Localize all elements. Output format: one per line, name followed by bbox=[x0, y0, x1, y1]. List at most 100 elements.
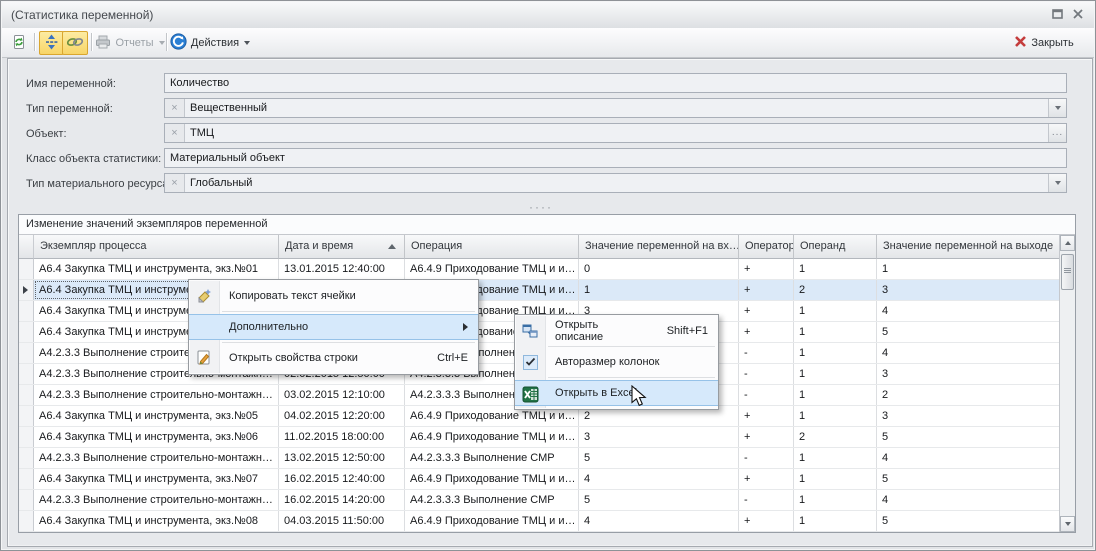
cell[interactable]: - bbox=[739, 385, 794, 405]
cell[interactable]: 3 bbox=[877, 280, 1059, 300]
cell[interactable]: 1 bbox=[794, 490, 877, 510]
cell[interactable]: 3 bbox=[877, 364, 1059, 384]
cell[interactable]: 1 bbox=[877, 259, 1059, 279]
menu-item-copy-cell-text[interactable]: Копировать текст ячейки bbox=[189, 283, 478, 309]
vertical-scrollbar[interactable] bbox=[1059, 235, 1075, 532]
maximize-button[interactable] bbox=[1046, 6, 1068, 24]
menu-item-open-row-properties[interactable]: Открыть свойства строки Ctrl+E bbox=[189, 345, 478, 371]
cell[interactable]: 0 bbox=[579, 259, 739, 279]
cell[interactable]: А6.4 Закупка ТМЦ и инструмента, экз.№01 bbox=[34, 259, 279, 279]
scroll-up-button[interactable] bbox=[1060, 235, 1075, 251]
cell[interactable]: 1 bbox=[794, 406, 877, 426]
object-lookup-button[interactable]: ... bbox=[1048, 124, 1066, 142]
autofit-rows-toggle[interactable] bbox=[39, 31, 64, 55]
cell[interactable]: 16.02.2015 14:20:00 bbox=[279, 490, 405, 510]
cell[interactable]: 1 bbox=[794, 343, 877, 363]
column-header-operator[interactable]: Оператор bbox=[739, 235, 794, 259]
cell[interactable]: + bbox=[739, 301, 794, 321]
cell[interactable]: 03.02.2015 12:10:00 bbox=[279, 385, 405, 405]
cell[interactable]: - bbox=[739, 364, 794, 384]
cell[interactable]: А4.2.3.3.3 Выполнение СМР bbox=[405, 490, 579, 510]
submenu-item-open-description[interactable]: Открыть описание Shift+F1 bbox=[515, 318, 718, 344]
cell[interactable]: 2 bbox=[877, 385, 1059, 405]
clear-value-button[interactable]: × bbox=[165, 124, 185, 142]
cell[interactable]: 13.01.2015 12:40:00 bbox=[279, 259, 405, 279]
cell[interactable]: А6.4 Закупка ТМЦ и инструмента, экз.№05 bbox=[34, 406, 279, 426]
cell[interactable]: 2 bbox=[794, 427, 877, 447]
cell[interactable]: 5 bbox=[579, 448, 739, 468]
cell[interactable]: + bbox=[739, 259, 794, 279]
link-toggle[interactable] bbox=[62, 31, 88, 55]
scroll-down-button[interactable] bbox=[1060, 516, 1075, 532]
cell[interactable]: 1 bbox=[794, 259, 877, 279]
cell[interactable]: А4.2.3.3 Выполнение строительно-монтажн… bbox=[34, 448, 279, 468]
close-button[interactable]: Закрыть bbox=[1002, 31, 1086, 55]
variable-type-dropdown-button[interactable] bbox=[1048, 99, 1066, 117]
cell[interactable]: + bbox=[739, 322, 794, 342]
cell[interactable]: А4.2.3.3 Выполнение строительно-монтажн… bbox=[34, 490, 279, 510]
column-header-value-in[interactable]: Значение переменной на вх… bbox=[579, 235, 739, 259]
cell[interactable]: - bbox=[739, 490, 794, 510]
column-header-datetime[interactable]: Дата и время bbox=[279, 235, 405, 259]
cell[interactable]: 4 bbox=[877, 490, 1059, 510]
refresh-button[interactable] bbox=[7, 31, 31, 55]
cell[interactable]: А6.4 Закупка ТМЦ и инструмента, экз.№07 bbox=[34, 469, 279, 489]
cell[interactable]: А6.4.9 Приходование ТМЦ и и… bbox=[405, 259, 579, 279]
cell[interactable]: А6.4 Закупка ТМЦ и инструмента, экз.№08 bbox=[34, 511, 279, 531]
clear-value-button[interactable]: × bbox=[165, 174, 185, 192]
splitter-handle[interactable]: ···· bbox=[1, 200, 1081, 214]
cell[interactable]: 1 bbox=[794, 301, 877, 321]
cell[interactable]: 1 bbox=[794, 364, 877, 384]
cell[interactable]: А6.4.9 Приходование ТМЦ и и… bbox=[405, 469, 579, 489]
cell[interactable]: 3 bbox=[877, 406, 1059, 426]
table-row[interactable]: А6.4 Закупка ТМЦ и инструмеА6.4.9 Приход… bbox=[19, 280, 1059, 301]
table-row[interactable]: А6.4 Закупка ТМЦ и инструмента, экз.№071… bbox=[19, 469, 1059, 490]
table-row[interactable]: А6.4 Закупка ТМЦ и инструмента, экз.№011… bbox=[19, 259, 1059, 280]
cell[interactable]: А4.2.3.3.3 Выполнение СМР bbox=[405, 448, 579, 468]
cell[interactable]: 5 bbox=[877, 322, 1059, 342]
cell[interactable]: + bbox=[739, 406, 794, 426]
close-window-button[interactable] bbox=[1067, 6, 1089, 24]
cell[interactable]: 5 bbox=[579, 490, 739, 510]
cell[interactable]: 4 bbox=[579, 469, 739, 489]
cell[interactable]: - bbox=[739, 343, 794, 363]
variable-type-field[interactable]: × Вещественный bbox=[164, 98, 1067, 118]
cell[interactable]: - bbox=[739, 448, 794, 468]
cell[interactable]: А6.4 Закупка ТМЦ и инструмента, экз.№06 bbox=[34, 427, 279, 447]
clear-value-button[interactable]: × bbox=[165, 99, 185, 117]
cell[interactable]: 5 bbox=[877, 469, 1059, 489]
cell[interactable]: 5 bbox=[877, 511, 1059, 531]
table-row[interactable]: А4.2.3.3 Выполнение строительно-монтажн…… bbox=[19, 448, 1059, 469]
cell[interactable]: 1 bbox=[794, 511, 877, 531]
cell[interactable]: + bbox=[739, 280, 794, 300]
submenu-item-open-in-excel[interactable]: Открыть в Excel bbox=[515, 380, 718, 406]
cell[interactable]: 4 bbox=[579, 511, 739, 531]
menu-item-more[interactable]: Дополнительно bbox=[189, 314, 478, 340]
reports-button[interactable]: Отчеты bbox=[95, 31, 165, 55]
cell[interactable]: 1 bbox=[794, 385, 877, 405]
cell[interactable]: 2 bbox=[794, 280, 877, 300]
cell[interactable]: А4.2.3.3 Выполнение строительно-монтажн… bbox=[34, 385, 279, 405]
column-header-operand[interactable]: Операнд bbox=[794, 235, 877, 259]
cell[interactable]: + bbox=[739, 511, 794, 531]
cell[interactable]: 4 bbox=[877, 448, 1059, 468]
column-header-operation[interactable]: Операция bbox=[405, 235, 579, 259]
cell[interactable]: 13.02.2015 12:50:00 bbox=[279, 448, 405, 468]
column-header-value-out[interactable]: Значение переменной на выходе bbox=[877, 235, 1059, 259]
cell[interactable]: 4 bbox=[877, 301, 1059, 321]
cell[interactable]: 04.02.2015 12:20:00 bbox=[279, 406, 405, 426]
cell[interactable]: А6.4.9 Приходование ТМЦ и и… bbox=[405, 511, 579, 531]
cell[interactable]: 11.02.2015 18:00:00 bbox=[279, 427, 405, 447]
column-header-process-instance[interactable]: Экземпляр процесса bbox=[34, 235, 279, 259]
cell[interactable]: 5 bbox=[877, 427, 1059, 447]
actions-button[interactable]: Действия bbox=[171, 31, 249, 55]
cell[interactable]: А6.4.9 Приходование ТМЦ и и… bbox=[405, 427, 579, 447]
scrollbar-thumb[interactable] bbox=[1061, 254, 1074, 290]
variable-name-field[interactable]: Количество bbox=[164, 73, 1067, 93]
cell[interactable]: 3 bbox=[579, 427, 739, 447]
submenu-item-autosize-columns[interactable]: Авторазмер колонок bbox=[515, 349, 718, 375]
object-field[interactable]: × ТМЦ ... bbox=[164, 123, 1067, 143]
material-resource-type-dropdown-button[interactable] bbox=[1048, 174, 1066, 192]
cell[interactable]: 1 bbox=[579, 280, 739, 300]
statistics-class-field[interactable]: Материальный объект bbox=[164, 148, 1067, 168]
